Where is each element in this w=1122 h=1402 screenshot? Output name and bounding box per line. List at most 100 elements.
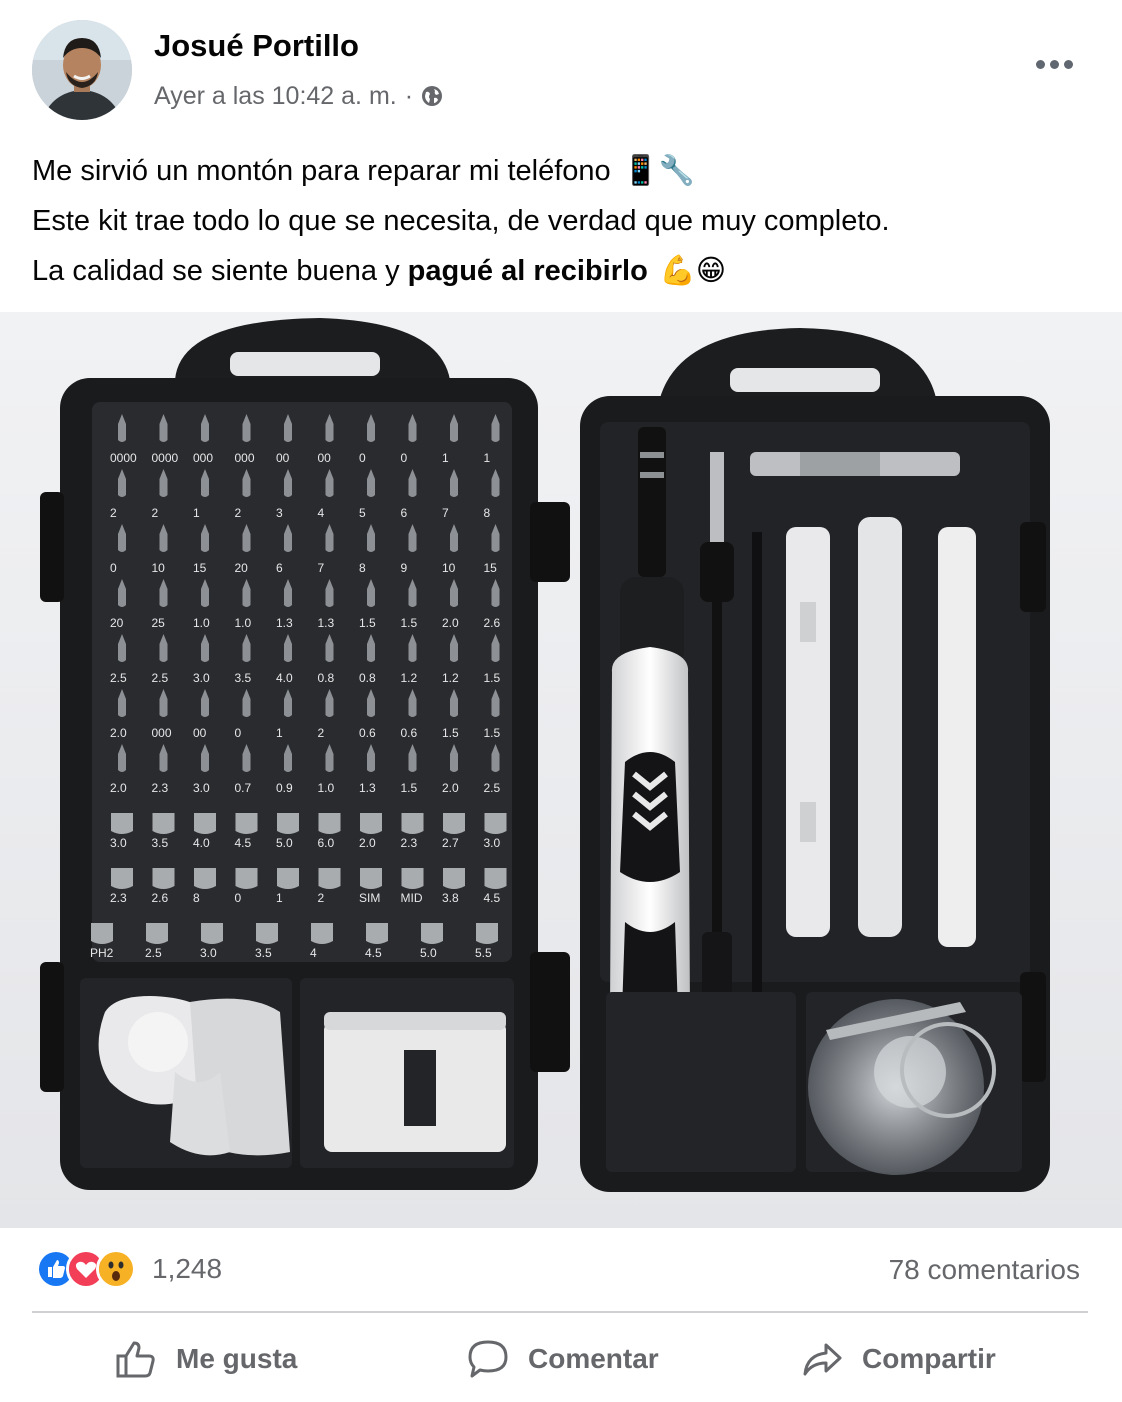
bit-label: 5.5 [475,946,492,960]
screwdriver-bit [111,868,133,889]
reaction-count[interactable]: 1,248 [152,1253,222,1285]
bit-label: 1.0 [193,616,210,630]
screwdriver-bit [277,868,299,889]
bit-label: 10 [442,561,456,575]
comment-button[interactable]: Comentar [466,1328,659,1390]
bit-label: 9 [401,561,408,575]
bit-label: 20 [235,561,249,575]
bit-label: 2.0 [359,836,376,850]
bit-label: 4.0 [193,836,210,850]
post-text-line-3: La calidad se siente buena y pagué al re… [32,246,1092,296]
thumbs-up-icon [116,1341,155,1378]
bit-label: 4 [318,506,325,520]
globe-icon[interactable] [421,85,443,107]
screwdriver-bit [484,868,507,889]
screwdriver-bit [152,813,175,834]
bit-label: 0 [359,451,366,465]
bit-label: 10 [152,561,166,575]
bit-label: MID [401,891,423,905]
bit-label: 2.3 [401,836,418,850]
screwdriver-bit [91,923,113,944]
screwdriver-bit [201,923,223,944]
bit-label: 3.5 [255,946,272,960]
screwdriver-bit [235,813,258,834]
bit-label: 6 [401,506,408,520]
bit-label: 0000 [152,451,179,465]
post-photo[interactable]: 0000 0000 000 000 00 00 0 0 1 1 2 2 1 2 3 4 5 6 7 8 0 10 15 20 6… [0,312,1122,1228]
bit-label: 7 [442,506,449,520]
bit-label: 6.0 [318,836,335,850]
post-text-line-1: Me sirvió un montón para reparar mi telé… [32,146,1092,196]
bit-label: 2.5 [152,671,169,685]
screwdriver-bit [366,923,388,944]
screwdriver-bit [443,813,465,834]
bit-label: 3.0 [193,781,210,795]
screwdriver-bit [360,868,382,889]
bit-label: 2 [110,506,117,520]
more-dot-icon [1049,59,1059,69]
screwdriver-bit [311,923,333,944]
bit-label: 00 [193,726,207,740]
bit-label: 0.6 [401,726,418,740]
bit-label: 00 [276,451,290,465]
screwdriver-bit [421,923,443,944]
comments-count[interactable]: 78 comentarios [889,1254,1080,1286]
bit-label: 2.6 [484,616,501,630]
share-button[interactable]: Compartir [800,1328,996,1390]
post-timestamp[interactable]: Ayer a las 10:42 a. m. [154,82,397,111]
bit-label: 1 [276,891,283,905]
author-name[interactable]: Josué Portillo [154,28,359,64]
bit-label: 6 [276,561,283,575]
bit-label: 2.5 [484,781,501,795]
screwdriver-kit-image: 0000 0000 000 000 00 00 0 0 1 12 2 1 2 3 4 5 6 7 80 10 15 20 6… [0,312,1122,1228]
bit-label: 5.0 [276,836,293,850]
share-arrow-icon [803,1343,842,1376]
bit-label: 2.0 [110,726,127,740]
bit-label: 0000 [110,451,137,465]
bit-label: 0.6 [359,726,376,740]
bit-label: 1.0 [318,781,335,795]
bit-label: 3.0 [110,836,127,850]
bit-label: 2 [152,506,159,520]
facebook-post: Josué Portillo Ayer a las 10:42 a. m. · … [0,0,1122,1402]
bit-label: 0.7 [235,781,252,795]
bit-label: 4 [310,946,317,960]
bit-label: 0.9 [276,781,293,795]
bit-label: 2 [318,891,325,905]
screwdriver-bit [256,923,278,944]
bit-label: 2.0 [442,781,459,795]
bit-label: 3.5 [235,671,252,685]
screwdriver-bit [194,813,216,834]
screwdriver-bit [484,813,507,834]
bit-label: 0 [401,451,408,465]
bit-label: 1 [193,506,200,520]
post-text-line-1-text: Me sirvió un montón para reparar mi telé… [32,155,611,187]
bit-label: 2.3 [152,781,169,795]
bit-label: 4.0 [276,671,293,685]
bit-label: 5.0 [420,946,437,960]
bit-label: 0 [235,726,242,740]
post-text-line-3-text: La calidad se siente buena y [32,255,408,287]
author-avatar[interactable] [32,20,132,120]
bit-label: 1 [276,726,283,740]
bit-label: 8 [193,891,200,905]
bit-label: 2.3 [110,891,127,905]
screwdriver-bit [318,813,341,834]
screwdriver-bit [111,813,133,834]
more-options-button[interactable] [1026,46,1082,82]
like-button[interactable]: Me gusta [114,1328,297,1390]
bit-label: 1.5 [401,781,418,795]
bit-label: 3.0 [200,946,217,960]
bit-label: PH2 [90,946,114,960]
reactions-summary[interactable]: 1,248 [36,1248,222,1290]
bit-label: 1.5 [484,726,501,740]
bit-label: 4.5 [484,891,501,905]
bit-label: 0 [110,561,117,575]
bit-label: 3.0 [193,671,210,685]
bit-label: SIM [359,891,380,905]
bit-label: 2 [318,726,325,740]
bit-label: 3.0 [484,836,501,850]
bit-label: 000 [193,451,213,465]
bit-label: 1.3 [276,616,293,630]
bit-label: 4.5 [235,836,252,850]
